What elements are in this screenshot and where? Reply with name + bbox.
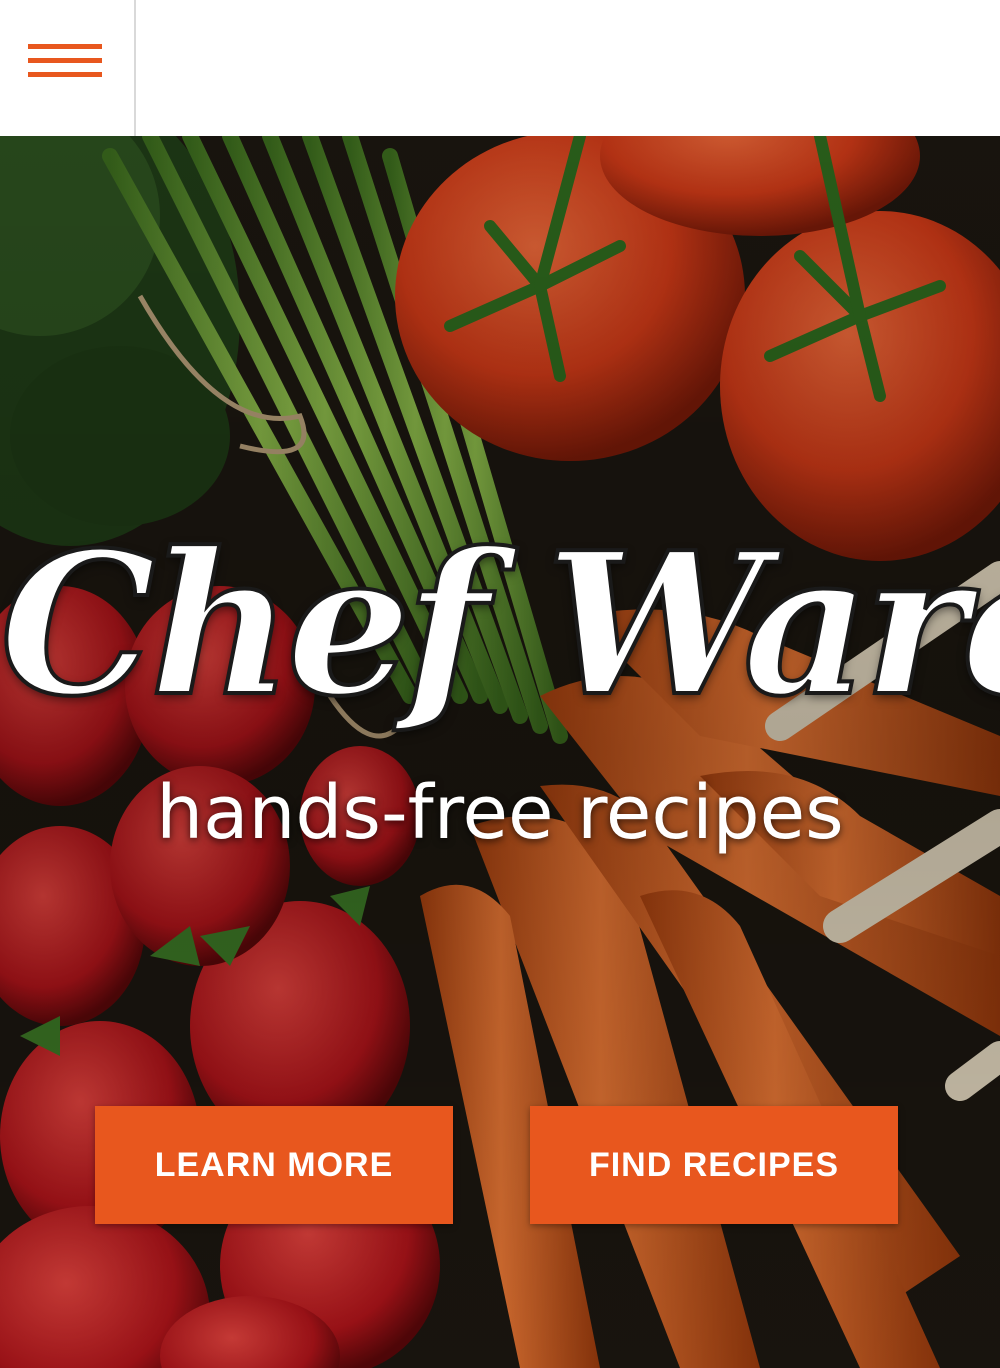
brand-tagline: hands-free recipes — [156, 770, 844, 856]
learn-more-button[interactable]: LEARN MORE — [95, 1106, 453, 1224]
hero-section: Chef Ware hands-free recipes LEARN MORE … — [0, 136, 1000, 1368]
top-bar — [0, 0, 1000, 136]
menu-button[interactable] — [0, 0, 136, 136]
page: Chef Ware hands-free recipes LEARN MORE … — [0, 0, 1000, 1368]
find-recipes-button[interactable]: FIND RECIPES — [530, 1106, 898, 1224]
brand-title: Chef Ware — [0, 510, 1000, 741]
